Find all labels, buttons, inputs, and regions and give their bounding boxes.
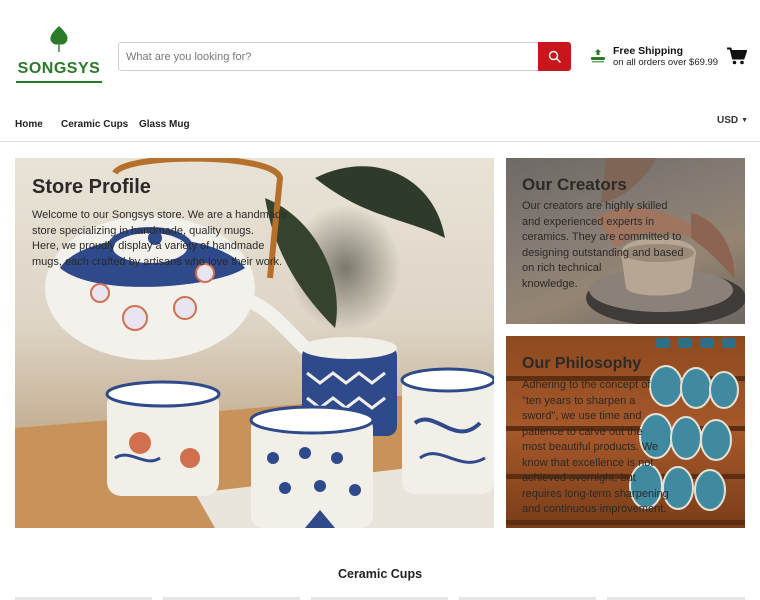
creators-line: on rich technical bbox=[522, 262, 602, 274]
philosophy-line: most beautiful products. We bbox=[522, 441, 659, 453]
creators-line: designing outstanding and based bbox=[522, 246, 684, 259]
shipping-title: Free Shipping bbox=[613, 45, 684, 57]
truck-icon bbox=[591, 49, 605, 63]
currency-selector[interactable]: USD ▼ bbox=[717, 115, 748, 126]
store-profile-line: store specializing in handmade, quality … bbox=[32, 224, 254, 237]
main-navigation: Home Ceramic Cups Glass Mug USD ▼ bbox=[0, 108, 760, 142]
search-button[interactable] bbox=[538, 42, 571, 71]
philosophy-line: sword", we use time and bbox=[522, 410, 642, 422]
brand-logo[interactable]: SONGSYS bbox=[16, 26, 102, 84]
search-bar bbox=[118, 42, 571, 71]
our-creators-title: Our Creators bbox=[522, 175, 627, 194]
creators-line: knowledge. bbox=[522, 277, 578, 290]
section-title-ceramic-cups: Ceramic Cups bbox=[337, 567, 423, 581]
logo-underline bbox=[16, 81, 102, 83]
free-shipping-notice: Free Shipping on all orders over $69.99 bbox=[590, 44, 720, 70]
currency-label: USD bbox=[717, 115, 739, 126]
cart-icon[interactable] bbox=[727, 47, 747, 65]
our-creators-text: Our creators are highly skilled and expe… bbox=[522, 199, 684, 292]
nav-item-home[interactable]: Home bbox=[15, 119, 43, 130]
store-profile-line: Here, we proudly display a variety of ha… bbox=[32, 240, 265, 252]
store-profile-line: Welcome to our Songsys store. We are a h… bbox=[32, 209, 288, 221]
our-creators-banner[interactable]: Our Creators Our creators are highly ski… bbox=[506, 158, 745, 324]
nav-item-ceramic-cups[interactable]: Ceramic Cups bbox=[61, 119, 128, 130]
store-profile-line: mugs, each crafted by artisans who love … bbox=[32, 255, 283, 268]
philosophy-line: know that excellence is not bbox=[522, 456, 654, 469]
leaf-icon bbox=[50, 26, 68, 52]
brand-name: SONGSYS bbox=[17, 60, 101, 77]
creators-line: and experienced experts in bbox=[522, 215, 655, 228]
philosophy-line: achieved overnight, but bbox=[522, 472, 636, 484]
search-icon bbox=[548, 50, 561, 63]
store-profile-text: Welcome to our Songsys store. We are a h… bbox=[32, 208, 292, 270]
creators-line: Our creators are highly skilled bbox=[522, 200, 668, 212]
shipping-subtitle: on all orders over $69.99 bbox=[613, 57, 719, 68]
nav-item-glass-mug[interactable]: Glass Mug bbox=[139, 119, 190, 130]
site-header: SONGSYS Free Shipping on all orders over… bbox=[0, 0, 760, 108]
our-philosophy-text: Adhering to the concept of "ten years to… bbox=[522, 378, 692, 518]
store-profile-banner[interactable]: Store Profile Welcome to our Songsys sto… bbox=[15, 158, 494, 528]
philosophy-line: "ten years to sharpen a bbox=[522, 394, 636, 407]
philosophy-line: and continuous improvement. bbox=[522, 503, 667, 515]
philosophy-line: patience to carve out the bbox=[522, 425, 643, 438]
our-philosophy-banner[interactable]: Our Philosophy Adhering to the concept o… bbox=[506, 336, 745, 528]
store-profile-title: Store Profile bbox=[32, 176, 151, 198]
our-philosophy-title: Our Philosophy bbox=[522, 355, 642, 372]
philosophy-line: requires long-term sharpening bbox=[522, 487, 669, 500]
creators-line: ceramics. They are committed to bbox=[522, 231, 682, 243]
chevron-down-icon: ▼ bbox=[741, 117, 749, 124]
search-input[interactable] bbox=[119, 43, 539, 70]
philosophy-line: Adhering to the concept of bbox=[522, 379, 651, 391]
